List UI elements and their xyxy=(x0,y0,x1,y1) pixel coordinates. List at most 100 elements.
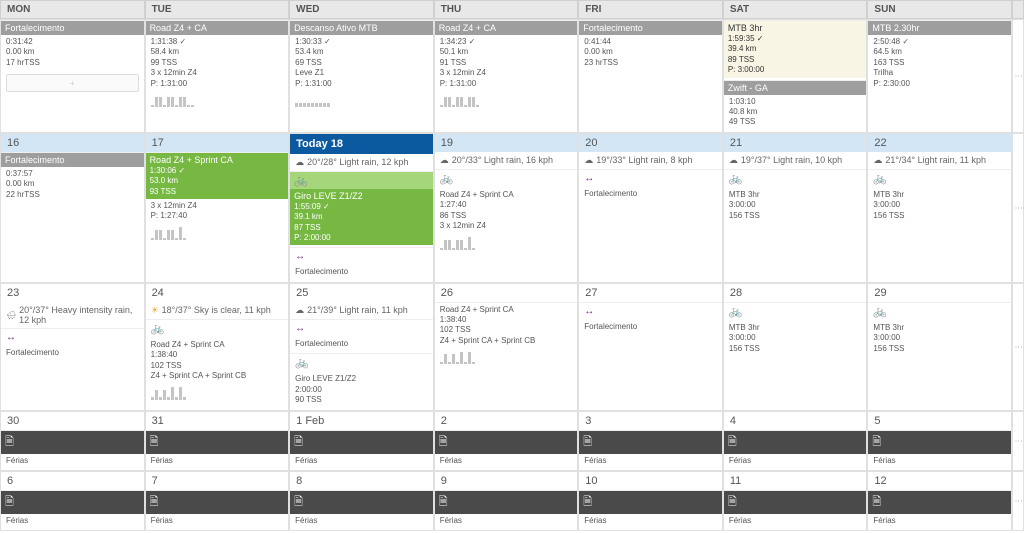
day-cell[interactable]: 28 🚲 MTB 3hr3:00:00156 TSS xyxy=(723,283,868,411)
bike-icon: 🚲 xyxy=(440,173,454,185)
week-menu[interactable]: ⋮ xyxy=(1012,411,1024,471)
workout-bars xyxy=(146,91,289,109)
workout-bars xyxy=(435,234,578,252)
file-icon: 🗎 xyxy=(439,433,574,452)
week-menu[interactable]: ⋮ xyxy=(1012,133,1024,283)
day-cell[interactable]: MTB 2.30hr 2:50:48 ✓64.5 km163 TSSTrilha… xyxy=(867,19,1012,133)
day-header-mon: MON xyxy=(0,0,145,19)
weather-info: 20°/28° Light rain, 12 kph xyxy=(290,154,433,171)
workout-bars xyxy=(146,384,289,402)
workout-title: Fortalecimento xyxy=(5,23,140,33)
day-cell[interactable]: 27 ↔ Fortalecimento xyxy=(578,283,723,411)
day-cell-today[interactable]: Today 18 20°/28° Light rain, 12 kph 🚲 Gi… xyxy=(289,133,434,283)
file-icon: 🗎 xyxy=(5,433,140,452)
day-header-tue: TUE xyxy=(145,0,290,19)
day-cell[interactable]: 24 18°/37° Sky is clear, 11 kph 🚲 Road Z… xyxy=(145,283,290,411)
week-menu[interactable]: ⋮ xyxy=(1012,283,1024,411)
workout-bars xyxy=(290,91,433,109)
day-cell[interactable]: 17 Road Z4 + Sprint CA 1:30:06 ✓53.0 km9… xyxy=(145,133,290,283)
day-cell[interactable]: Fortalecimento 0:31:420.00 km17 hrTSS + xyxy=(0,19,145,133)
weather-info: 21°/34° Light rain, 11 kph xyxy=(868,152,1011,169)
bike-icon: 🚲 xyxy=(729,306,743,318)
header-extra xyxy=(1012,0,1024,19)
week-menu[interactable]: ⋮ xyxy=(1012,19,1024,133)
day-cell[interactable]: Descanso Ativo MTB 1:30:33 ✓53.4 km69 TS… xyxy=(289,19,434,133)
cloud-icon xyxy=(295,305,304,316)
strength-icon: ↔ xyxy=(6,332,16,343)
bike-icon: 🚲 xyxy=(151,323,165,335)
day-number: 17 xyxy=(146,134,289,152)
day-cell[interactable]: 7 🗎Férias xyxy=(145,471,290,531)
strength-icon: ↔ xyxy=(584,306,594,317)
weather-info: 20°/37° Heavy intensity rain, 12 kph xyxy=(1,302,144,328)
day-header-wed: WED xyxy=(289,0,434,19)
cloud-icon xyxy=(873,155,882,166)
rain-icon xyxy=(6,310,16,320)
day-number-today: Today 18 xyxy=(290,134,433,154)
day-cell[interactable]: MTB 3hr 1:59:35 ✓39.4 km89 TSSP: 3:00:00… xyxy=(723,19,868,133)
week-menu[interactable]: ⋮ xyxy=(1012,471,1024,531)
file-icon: 🗎 xyxy=(583,493,718,512)
day-cell[interactable]: 26 Road Z4 + Sprint CA1:38:40102 TSSZ4 +… xyxy=(434,283,579,411)
day-cell[interactable]: 12 🗎Férias xyxy=(867,471,1012,531)
file-icon: 🗎 xyxy=(728,433,863,452)
day-cell[interactable]: Road Z4 + CA 1:31:38 ✓58.4 km99 TSS3 x 1… xyxy=(145,19,290,133)
add-workout-button[interactable]: + xyxy=(6,74,139,92)
day-number: 16 xyxy=(1,134,144,152)
workout-bars xyxy=(435,91,578,109)
cloud-icon xyxy=(584,155,593,166)
file-icon: 🗎 xyxy=(872,433,1007,452)
day-cell[interactable]: 22 21°/34° Light rain, 11 kph 🚲 MTB 3hr3… xyxy=(867,133,1012,283)
file-icon: 🗎 xyxy=(728,493,863,512)
day-cell[interactable]: 4 🗎Férias xyxy=(723,411,868,471)
day-cell[interactable]: 25 21°/39° Light rain, 11 kph ↔ Fortalec… xyxy=(289,283,434,411)
file-icon: 🗎 xyxy=(5,493,140,512)
day-cell[interactable]: Fortalecimento 0:41:440.00 km23 hrTSS xyxy=(578,19,723,133)
day-header-thu: THU xyxy=(434,0,579,19)
workout-bars xyxy=(435,348,578,366)
day-cell[interactable]: 11 🗎Férias xyxy=(723,471,868,531)
strength-icon: ↔ xyxy=(295,251,305,262)
file-icon: 🗎 xyxy=(294,493,429,512)
day-cell[interactable]: 20 19°/33° Light rain, 8 kph ↔ Fortaleci… xyxy=(578,133,723,283)
weather-info: 18°/37° Sky is clear, 11 kph xyxy=(146,302,289,319)
cloud-icon xyxy=(729,155,738,166)
file-icon: 🗎 xyxy=(872,493,1007,512)
day-cell[interactable]: 21 19°/37° Light rain, 10 kph 🚲 MTB 3hr3… xyxy=(723,133,868,283)
day-cell[interactable]: 3 🗎Férias xyxy=(578,411,723,471)
file-icon: 🗎 xyxy=(150,433,285,452)
calendar-grid: MON TUE WED THU FRI SAT SUN Fortalecimen… xyxy=(0,0,1024,531)
day-cell[interactable]: 8 🗎Férias xyxy=(289,471,434,531)
day-header-sun: SUN xyxy=(867,0,1012,19)
file-icon: 🗎 xyxy=(294,433,429,452)
bike-icon: 🚲 xyxy=(729,173,743,185)
day-cell[interactable]: 5 🗎Férias xyxy=(867,411,1012,471)
sun-icon xyxy=(151,305,159,316)
day-cell[interactable]: 9 🗎Férias xyxy=(434,471,579,531)
day-cell[interactable]: 23 20°/37° Heavy intensity rain, 12 kph … xyxy=(0,283,145,411)
day-cell[interactable]: 10 🗎Férias xyxy=(578,471,723,531)
strength-icon: ↔ xyxy=(295,323,305,334)
day-cell[interactable]: 2 🗎Férias xyxy=(434,411,579,471)
bike-icon: 🚲 xyxy=(873,173,887,185)
file-icon: 🗎 xyxy=(583,433,718,452)
day-cell[interactable]: 29 🚲 MTB 3hr3:00:00156 TSS xyxy=(867,283,1012,411)
bike-icon: 🚲 xyxy=(295,357,309,369)
day-number: 20 xyxy=(579,134,722,152)
file-icon: 🗎 xyxy=(439,493,574,512)
bike-icon: 🚲 xyxy=(873,306,887,318)
file-icon: 🗎 xyxy=(150,493,285,512)
day-cell[interactable]: 6 🗎Férias xyxy=(0,471,145,531)
day-cell[interactable]: 16 Fortalecimento 0:37:570.00 km22 hrTSS xyxy=(0,133,145,283)
day-cell[interactable]: Road Z4 + CA 1:34:23 ✓50.1 km91 TSS3 x 1… xyxy=(434,19,579,133)
day-cell[interactable]: 19 20°/33° Light rain, 16 kph 🚲 Road Z4 … xyxy=(434,133,579,283)
day-number: 22 xyxy=(868,134,1011,152)
day-cell[interactable]: 31 🗎Férias xyxy=(145,411,290,471)
day-cell[interactable]: 1 Feb 🗎Férias xyxy=(289,411,434,471)
weather-info: 19°/37° Light rain, 10 kph xyxy=(724,152,867,169)
cloud-icon xyxy=(440,155,449,166)
weather-info: 20°/33° Light rain, 16 kph xyxy=(435,152,578,169)
weather-info: 21°/39° Light rain, 11 kph xyxy=(290,302,433,319)
day-cell[interactable]: 30 🗎Férias xyxy=(0,411,145,471)
strength-icon: ↔ xyxy=(584,173,594,184)
